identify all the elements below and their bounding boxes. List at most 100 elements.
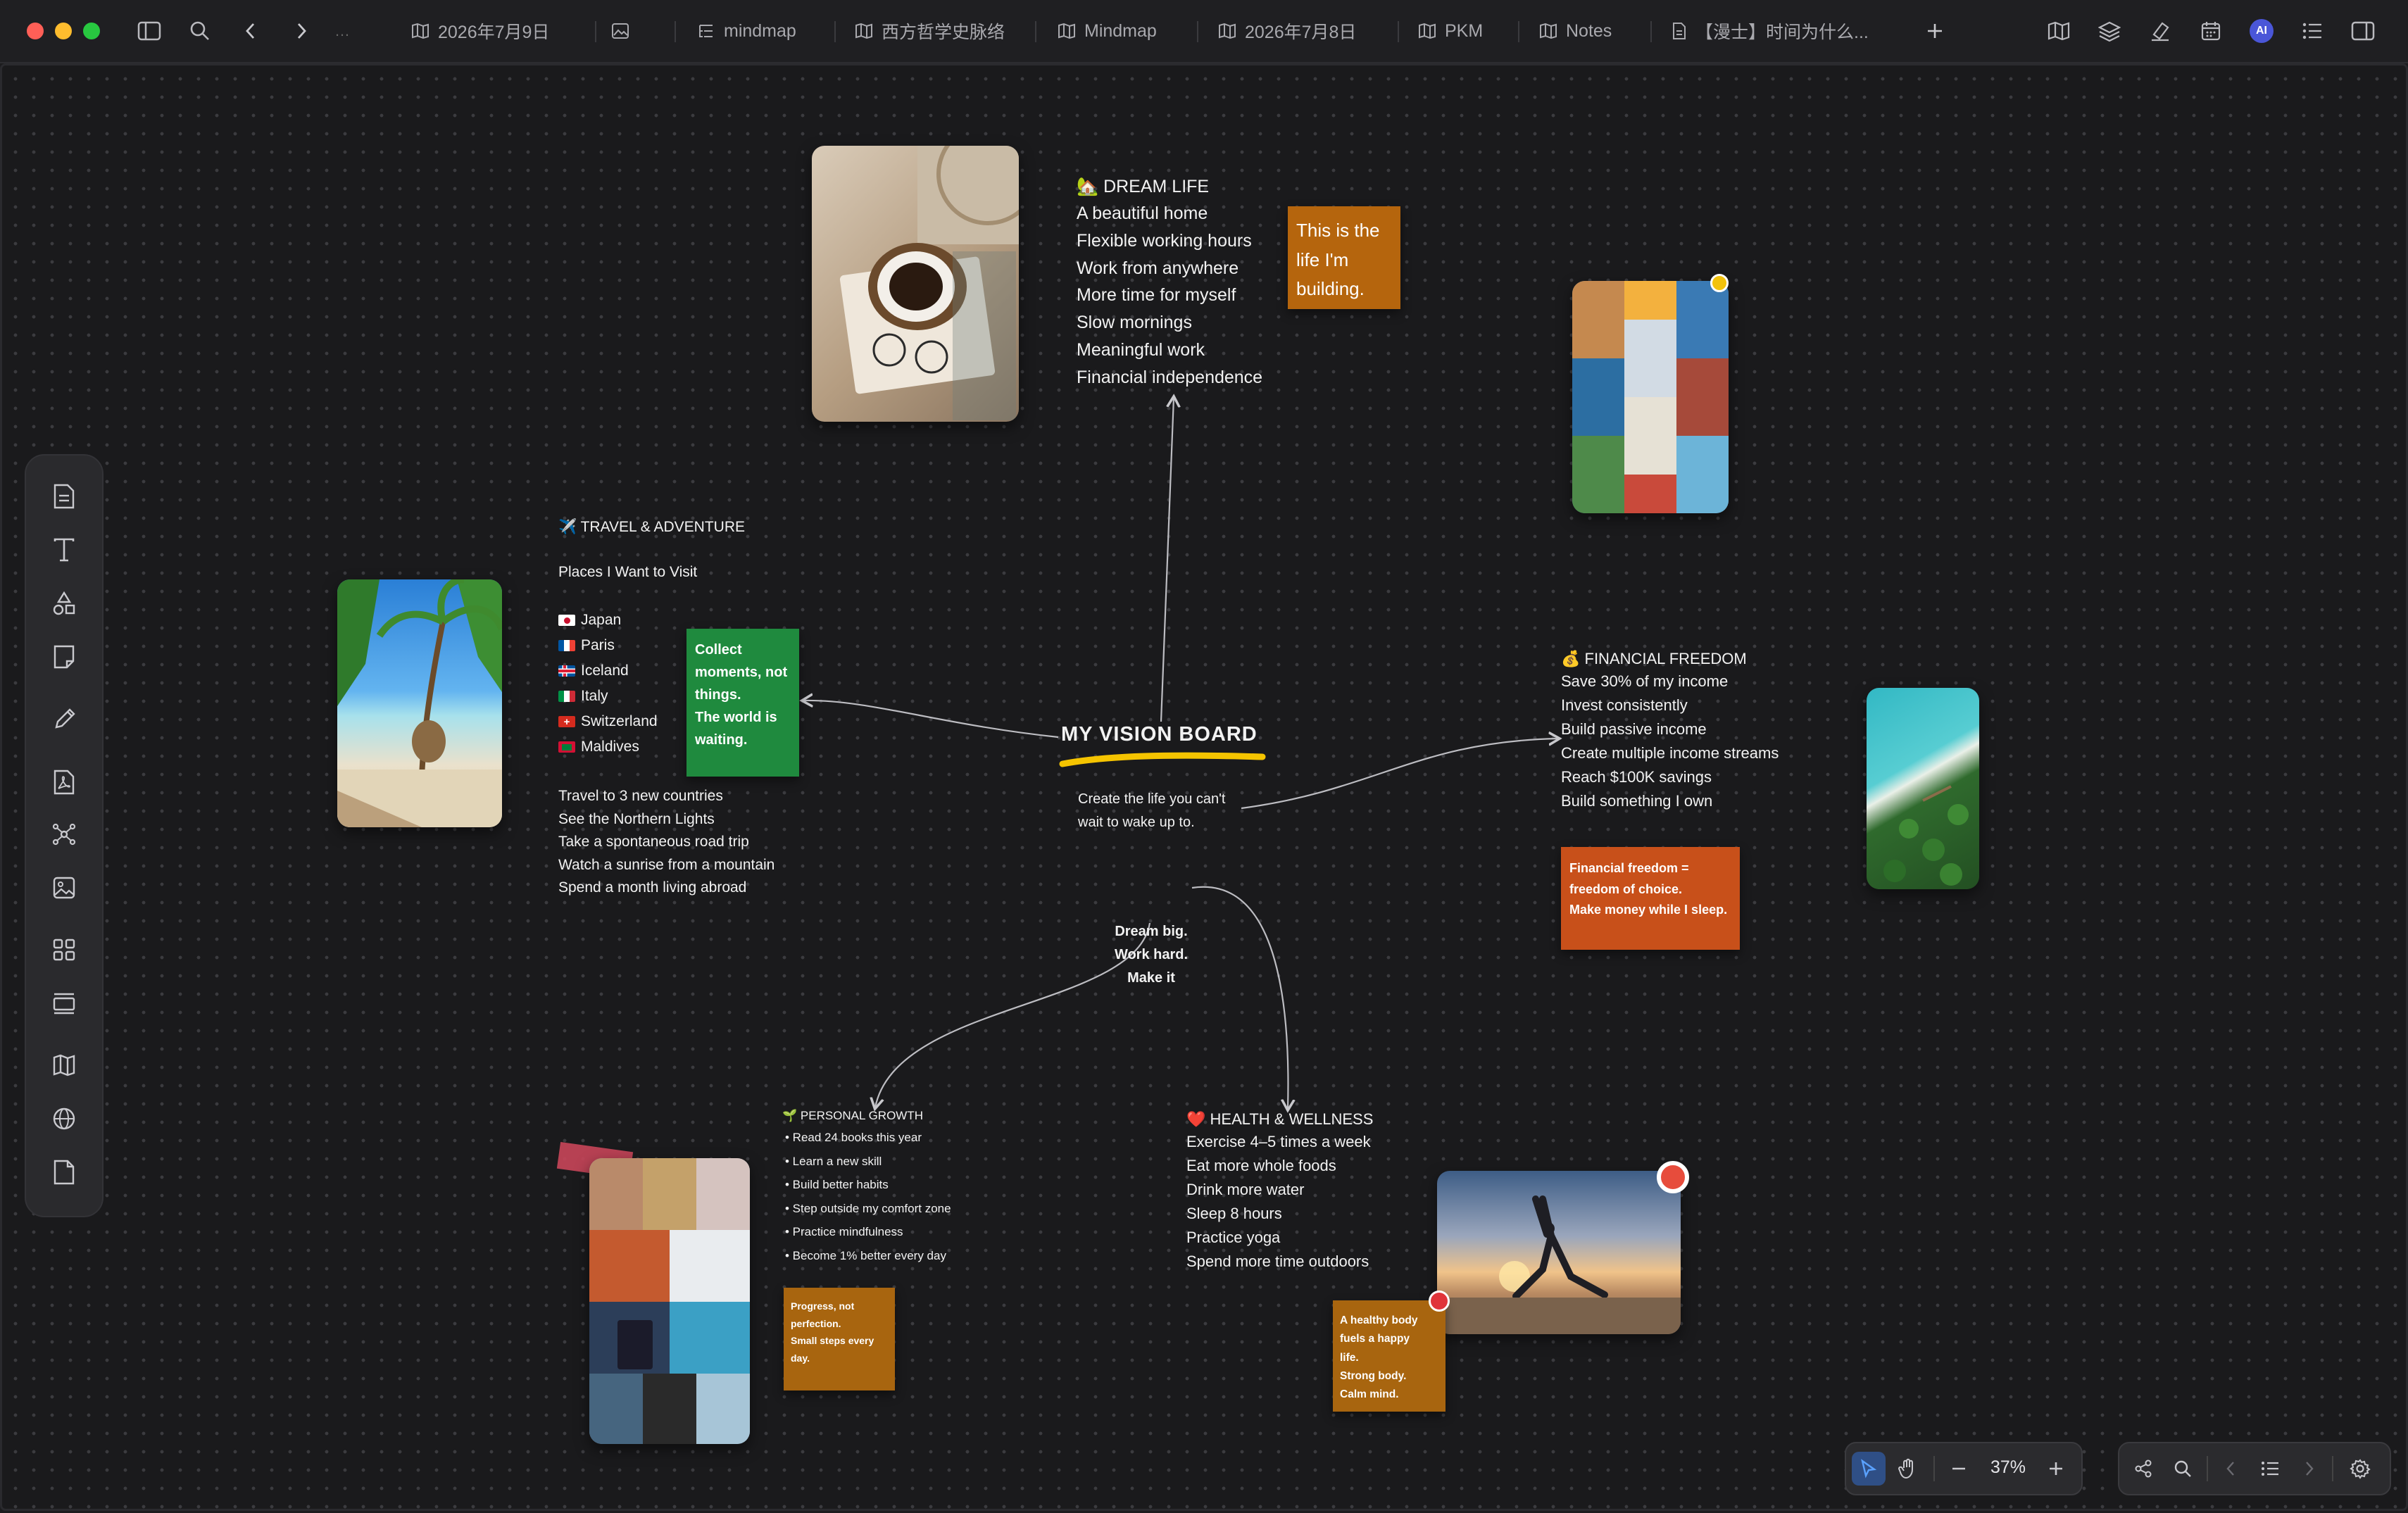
tab-divider <box>1035 21 1036 42</box>
pin-red-icon[interactable] <box>1657 1161 1689 1193</box>
tab-divider <box>1398 21 1399 42</box>
health-section[interactable]: ❤️ HEALTH & WELLNESS Exercise 4–5 times … <box>1186 1110 1373 1274</box>
tab-label: 2026年7月9日 <box>438 23 550 42</box>
slide-list-icon[interactable] <box>2253 1452 2287 1486</box>
tab-mindmap[interactable]: Mindmap <box>1058 15 1157 46</box>
sticky-line: Collect <box>695 642 742 658</box>
settings-gear-icon[interactable] <box>2343 1452 2377 1486</box>
pdf-tool-icon[interactable] <box>47 765 81 799</box>
outline-list-icon[interactable] <box>2297 15 2328 46</box>
pin-red-small-icon[interactable] <box>1429 1291 1450 1312</box>
zoom-out-icon[interactable] <box>1942 1452 1976 1486</box>
pin-yellow-icon[interactable] <box>1710 274 1729 292</box>
new-tab-plus-icon[interactable] <box>1919 15 1950 46</box>
motto-text[interactable]: Dream big. Work hard. Make it <box>1109 920 1193 990</box>
travel-collage-photo[interactable] <box>1572 281 1729 513</box>
highlighter-icon[interactable] <box>2145 15 2176 46</box>
tab-divider <box>1650 21 1652 42</box>
tab-divider <box>1518 21 1519 42</box>
zoom-in-icon[interactable] <box>2039 1452 2073 1486</box>
travel-goals-list: Travel to 3 new countries See the Northe… <box>558 785 775 900</box>
vision-board-subtitle[interactable]: Create the life you can't wait to wake u… <box>1078 788 1226 834</box>
health-sticky-note[interactable]: A healthy body fuels a happy life. Stron… <box>1333 1300 1446 1412</box>
minimize-window-button[interactable] <box>55 23 72 39</box>
ai-assistant-button[interactable]: AI <box>2246 15 2277 46</box>
financial-sticky-note[interactable]: Financial freedom = freedom of choice. M… <box>1561 847 1740 950</box>
image-icon <box>612 23 629 39</box>
text-tool-icon[interactable] <box>47 533 81 567</box>
tab-time-article[interactable]: 【漫士】时间为什么... <box>1672 15 1869 46</box>
travel-sticky-note[interactable]: Collect moments, not things. The world i… <box>686 629 799 777</box>
frame-tool-icon[interactable] <box>47 986 81 1020</box>
iceland-flag-icon <box>558 665 575 677</box>
beach-palm-photo[interactable] <box>337 579 502 827</box>
list-item: Slow mornings <box>1077 313 1192 332</box>
zoom-window-button[interactable] <box>83 23 100 39</box>
more-tabs-ellipsis-icon[interactable]: … <box>327 15 358 46</box>
subtitle-line: wait to wake up to. <box>1078 815 1195 830</box>
growth-list: • Read 24 books this year • Learn a new … <box>782 1126 951 1267</box>
motto-line: Dream big. <box>1115 924 1188 939</box>
whiteboard-canvas[interactable]: 🏡 DREAM LIFE A beautiful home Flexible w… <box>0 63 2408 1511</box>
sticky-line: Financial freedom = <box>1569 861 1689 875</box>
hand-pan-icon[interactable] <box>1891 1452 1925 1486</box>
shapes-tool-icon[interactable] <box>47 586 81 620</box>
toolbar-divider <box>2332 1456 2333 1481</box>
tab-pkm[interactable]: PKM <box>1418 15 1483 46</box>
forward-arrow-icon[interactable] <box>286 15 317 46</box>
image-tool-icon[interactable] <box>47 871 81 905</box>
aerial-beach-photo[interactable] <box>1867 688 1979 889</box>
sticky-note-tool-icon[interactable] <box>47 640 81 674</box>
travel-title: ✈️ TRAVEL & ADVENTURE <box>558 519 745 535</box>
zoom-level-value[interactable]: 37% <box>1980 1457 2036 1478</box>
close-window-button[interactable] <box>27 23 44 39</box>
select-cursor-icon[interactable] <box>1852 1452 1886 1486</box>
financial-freedom-section[interactable]: 💰 FINANCIAL FREEDOM Save 30% of my incom… <box>1561 650 1779 814</box>
list-item: Switzerland <box>581 713 658 729</box>
list-item: See the Northern Lights <box>558 810 715 827</box>
dream-life-sticky-note[interactable]: This is the life I'm building. <box>1288 206 1400 309</box>
personal-growth-section[interactable]: 🌱 PERSONAL GROWTH • Read 24 books this y… <box>782 1109 951 1267</box>
back-arrow-icon[interactable] <box>235 15 266 46</box>
italy-flag-icon <box>558 691 575 702</box>
map-view-icon[interactable] <box>2043 15 2074 46</box>
search-icon[interactable] <box>184 15 215 46</box>
right-panel-toggle-icon[interactable] <box>2347 15 2378 46</box>
previous-arrow-icon[interactable] <box>2214 1452 2247 1486</box>
tab-mindmap-outline[interactable]: mindmap <box>697 15 796 46</box>
mindmap-tool-icon[interactable] <box>47 817 81 851</box>
grid-tool-icon[interactable] <box>47 933 81 967</box>
map-icon <box>1219 23 1236 39</box>
web-tool-icon[interactable] <box>47 1102 81 1136</box>
tab-image[interactable] <box>611 15 629 46</box>
dream-life-section[interactable]: 🏡 DREAM LIFE A beautiful home Flexible w… <box>1077 177 1262 391</box>
page-tool-icon[interactable] <box>47 1155 81 1189</box>
map-icon <box>1540 23 1557 39</box>
note-tool-icon[interactable] <box>47 479 81 513</box>
vision-board-title[interactable]: MY VISION BOARD <box>1061 723 1258 746</box>
growth-sticky-note[interactable]: Progress, not perfection. Small steps ev… <box>784 1288 895 1390</box>
list-item: Save 30% of my income <box>1561 672 1729 690</box>
yoga-sunset-photo[interactable] <box>1437 1171 1681 1334</box>
tab-2026-07-09[interactable]: 2026年7月9日 <box>411 15 549 46</box>
calendar-icon[interactable] <box>2195 15 2226 46</box>
sidebar-toggle-icon[interactable] <box>134 15 165 46</box>
sticky-line: Calm mind. <box>1340 1388 1399 1401</box>
tab-2026-07-08[interactable]: 2026年7月8日 <box>1218 15 1356 46</box>
next-arrow-icon[interactable] <box>2293 1452 2326 1486</box>
coffee-book-photo[interactable] <box>812 146 1019 422</box>
toolbar-divider <box>2207 1456 2208 1481</box>
layers-icon[interactable] <box>2094 15 2125 46</box>
health-title: ❤️ HEALTH & WELLNESS <box>1186 1110 1374 1128</box>
canvas-search-icon[interactable] <box>2166 1452 2200 1486</box>
share-icon[interactable] <box>2126 1452 2160 1486</box>
pen-tool-icon[interactable] <box>47 702 81 736</box>
tab-label: 【漫士】时间为什么... <box>1695 23 1869 42</box>
tab-notes[interactable]: Notes <box>1539 15 1612 46</box>
sticky-line: Progress, not <box>791 1300 855 1312</box>
tool-rail <box>25 454 104 1217</box>
map-tool-icon[interactable] <box>47 1048 81 1082</box>
growth-collage-photo[interactable] <box>589 1158 750 1444</box>
tab-western-philosophy[interactable]: 西方哲学史脉络 <box>855 15 1005 46</box>
financial-title: 💰 FINANCIAL FREEDOM <box>1561 650 1747 667</box>
